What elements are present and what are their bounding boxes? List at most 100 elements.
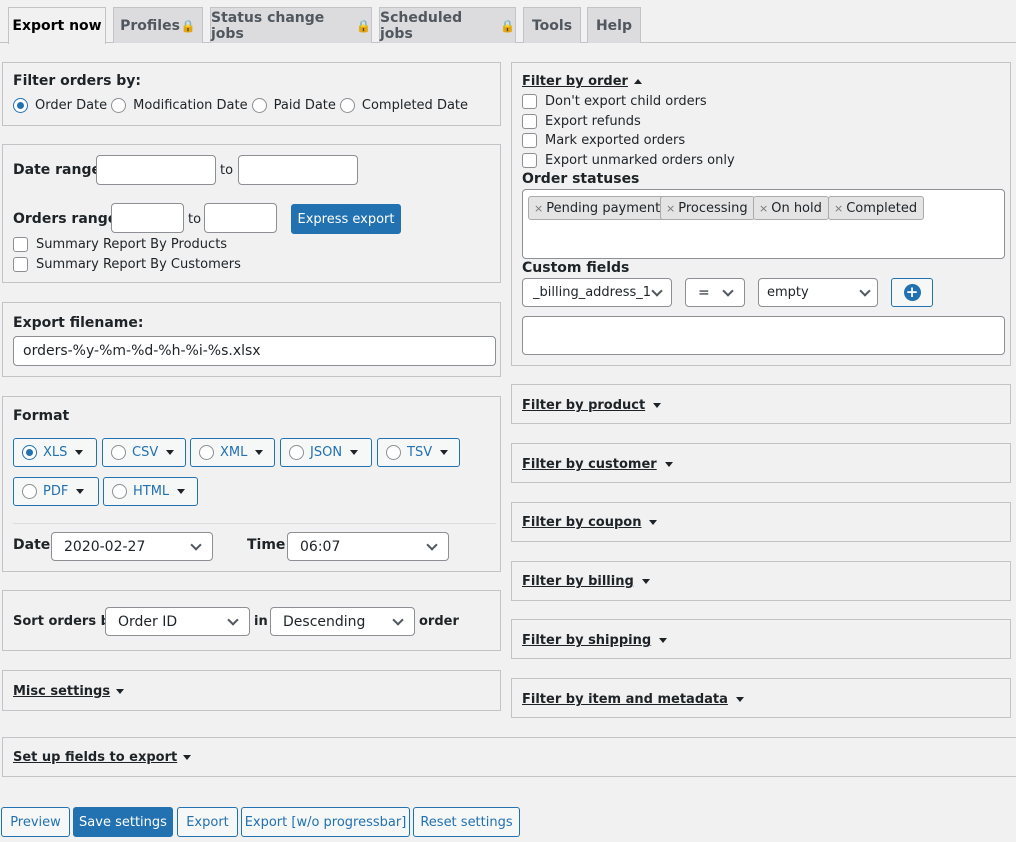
tab-profiles[interactable]: Profiles 🔒 [113,7,203,43]
filter-billing-toggle[interactable]: Filter by billing [522,574,650,589]
filter-product-link[interactable]: Filter by product [522,398,645,413]
order-statuses-multiselect[interactable]: × Pending payment × Processing × On hold × C… [522,189,1005,259]
caret-up-icon [633,79,642,84]
format-xls-button[interactable]: XLS [13,438,97,467]
date-label: Date [13,537,51,553]
custom-field-operator-select[interactable]: = [685,278,745,307]
remove-icon[interactable]: × [666,202,675,215]
filter-product-toggle[interactable]: Filter by product [522,398,662,413]
export-refunds-checkbox[interactable] [522,114,537,129]
radio-order-date[interactable] [13,98,28,113]
caret-down-icon [177,489,186,494]
format-pdf-button[interactable]: PDF [13,477,99,506]
filter-by-order-link[interactable]: Filter by order [522,74,628,89]
export-filename-label: Export filename: [13,315,144,331]
radio-tsv[interactable] [386,445,401,460]
format-xml-button[interactable]: XML [190,438,275,467]
filter-billing-box: Filter by billing [511,561,1011,601]
setup-fields-link[interactable]: Set up fields to export [13,750,177,765]
preview-button[interactable]: Preview [1,807,70,837]
custom-field-value-select[interactable]: empty [758,278,878,307]
chevron-down-icon [426,538,438,551]
filter-item-metadata-link[interactable]: Filter by item and metadata [522,692,728,707]
setup-fields-toggle[interactable]: Set up fields to export [13,750,192,765]
mark-exported-checkbox[interactable] [522,133,537,148]
radio-completed-date[interactable] [339,98,355,113]
radio-csv[interactable] [111,445,126,460]
sort-suffix-label: order [419,614,459,629]
save-settings-button[interactable]: Save settings [73,807,173,837]
unmarked-only-checkbox[interactable] [522,153,537,168]
status-tag: × Pending payment [528,196,668,220]
format-html-button[interactable]: HTML [103,477,198,506]
export-no-progressbar-button[interactable]: Export [w/o progressbar] [241,807,410,837]
tab-tools[interactable]: Tools [523,7,581,43]
export-button[interactable]: Export [177,807,238,837]
format-label: Format [13,408,70,424]
radio-label: Modification Date [133,98,248,113]
radio-pdf[interactable] [22,484,37,499]
radio-json[interactable] [289,445,304,460]
custom-field-value: _billing_address_1 [533,285,652,300]
date-from-input[interactable] [96,155,216,185]
filter-billing-link[interactable]: Filter by billing [522,574,634,589]
tab-export-now[interactable]: Export now [8,7,106,44]
filter-shipping-toggle[interactable]: Filter by shipping [522,633,668,648]
export-filename-box: Export filename: orders-%y-%m-%d-%h-%i-%… [2,302,501,377]
add-custom-field-button[interactable]: + [891,278,933,307]
format-label-text: HTML [133,484,170,499]
chevron-down-icon [392,613,404,626]
sort-direction-value: Descending [283,613,366,630]
radio-xls[interactable] [22,445,37,460]
remove-icon[interactable]: × [759,202,768,215]
sort-in-label: in [254,614,268,629]
cf-value-text: empty [767,285,809,300]
custom-fields-textarea[interactable] [522,316,1005,355]
format-tsv-button[interactable]: TSV [377,438,460,467]
caret-down-icon [183,755,192,760]
date-select[interactable]: 2020-02-27 [51,532,213,561]
tab-status-change-jobs[interactable]: Status change jobs 🔒 [210,7,372,43]
custom-field-select[interactable]: _billing_address_1 [522,278,672,307]
sort-direction-select[interactable]: Descending [270,607,415,636]
tab-help[interactable]: Help [587,7,641,43]
filter-coupon-link[interactable]: Filter by coupon [522,515,641,530]
misc-settings-link[interactable]: Misc settings [13,684,110,699]
radio-html[interactable] [112,484,127,499]
remove-icon[interactable]: × [834,202,843,215]
reset-settings-button[interactable]: Reset settings [413,807,520,837]
time-select[interactable]: 06:07 [287,532,449,561]
format-label-text: CSV [132,445,159,460]
caret-down-icon [735,697,744,702]
no-child-orders-checkbox[interactable] [522,94,537,109]
remove-icon[interactable]: × [534,202,543,215]
format-box: Format XLS CSV XML JSON TSV PDF HTML Dat… [2,396,501,572]
export-filename-input[interactable]: orders-%y-%m-%d-%h-%i-%s.xlsx [13,336,496,366]
express-export-button[interactable]: Express export [291,204,401,234]
summary-products-checkbox[interactable] [13,237,28,252]
misc-settings-toggle[interactable]: Misc settings [13,684,125,699]
summary-customers-checkbox[interactable] [13,257,28,272]
range-box: Date range to Orders range to Express ex… [2,144,501,283]
sort-label: Sort orders by [13,614,119,629]
radio-xml[interactable] [199,445,214,460]
date-to-input[interactable] [238,155,358,185]
filter-by-order-toggle[interactable]: Filter by order [522,74,642,89]
filter-item-metadata-toggle[interactable]: Filter by item and metadata [522,692,744,707]
radio-modification-date[interactable] [111,98,127,113]
filter-coupon-toggle[interactable]: Filter by coupon [522,515,658,530]
filter-by-order-box: Filter by order Don't export child order… [511,62,1011,366]
filter-customer-link[interactable]: Filter by customer [522,457,657,472]
orders-from-input[interactable] [111,203,184,233]
format-label-text: TSV [407,445,433,460]
filter-orders-by-title: Filter orders by: [13,73,142,89]
sort-field-value: Order ID [118,613,178,630]
filter-shipping-link[interactable]: Filter by shipping [522,633,651,648]
orders-to-input[interactable] [204,203,277,233]
tab-scheduled-jobs[interactable]: Scheduled jobs 🔒 [379,7,516,43]
format-json-button[interactable]: JSON [280,438,372,467]
format-csv-button[interactable]: CSV [102,438,186,467]
sort-field-select[interactable]: Order ID [105,607,250,636]
filter-customer-toggle[interactable]: Filter by customer [522,457,673,472]
radio-paid-date[interactable] [251,98,267,113]
